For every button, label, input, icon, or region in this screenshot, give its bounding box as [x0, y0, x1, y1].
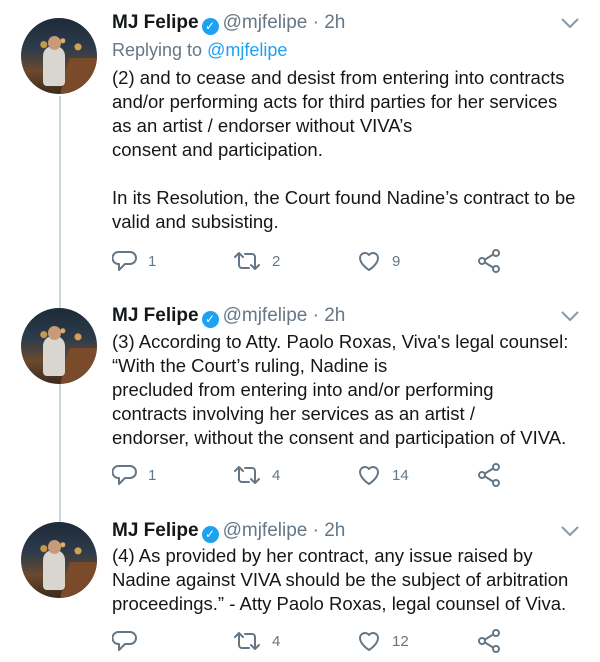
author-handle[interactable]: @mjfelipe	[223, 12, 308, 33]
retweet-icon	[234, 466, 260, 484]
mention-link[interactable]: @mjfelipe	[207, 40, 287, 60]
like-count: 14	[392, 466, 409, 484]
separator-dot: ·	[307, 12, 325, 33]
reply-button[interactable]	[112, 628, 148, 654]
avatar[interactable]	[21, 308, 97, 384]
tweet-line: consent and participation.	[112, 139, 323, 160]
tweet-header: MJ Felipe ✓ @mjfelipe · 2h	[112, 305, 345, 328]
tweet-text: (4) As provided by her contract, any iss…	[112, 544, 592, 616]
like-button[interactable]: 12	[356, 628, 409, 654]
reply-button[interactable]: 1	[112, 462, 156, 488]
replying-to-label: Replying to	[112, 40, 203, 60]
tweet-line: valid and subsisting.	[112, 211, 279, 232]
reply-icon	[112, 465, 137, 485]
retweet-count: 4	[272, 632, 281, 650]
share-icon	[478, 463, 500, 487]
reply-button[interactable]: 1	[112, 248, 156, 274]
tweet-line: Nadine against VIVA should be the subjec…	[112, 569, 569, 590]
retweet-count: 4	[272, 466, 281, 484]
chevron-down-icon[interactable]	[560, 16, 580, 30]
tweet-header: MJ Felipe ✓ @mjfelipe · 2h	[112, 520, 345, 543]
retweet-count: 2	[272, 252, 281, 270]
tweet-line: precluded from entering into and/or perf…	[112, 379, 494, 400]
share-button[interactable]	[476, 462, 502, 488]
author-handle[interactable]: @mjfelipe	[223, 520, 308, 541]
heart-icon	[359, 632, 379, 651]
verified-badge-icon: ✓	[201, 18, 219, 35]
tweet-time[interactable]: 2h	[324, 305, 345, 326]
retweet-icon	[234, 252, 260, 270]
author-name[interactable]: MJ Felipe	[112, 305, 199, 326]
tweet-actions: 1 2 9	[112, 248, 512, 274]
reply-count: 1	[148, 466, 157, 484]
tweet-line: contracts involving her services as an a…	[112, 403, 475, 424]
tweet-line: endorser, without the consent and partic…	[112, 427, 567, 448]
retweet-icon	[234, 632, 260, 650]
share-icon	[478, 629, 500, 653]
tweet-line: and/or performing acts for third parties…	[112, 91, 558, 112]
tweet-text: (2) and to cease and desist from enterin…	[112, 66, 592, 234]
separator-dot: ·	[307, 305, 325, 326]
verified-badge-icon: ✓	[201, 311, 219, 328]
share-button[interactable]	[476, 248, 502, 274]
reply-icon	[112, 631, 137, 651]
retweet-button[interactable]: 2	[232, 248, 280, 274]
replying-to: Replying to @mjfelipe	[112, 40, 287, 61]
verified-badge-icon: ✓	[201, 526, 219, 543]
retweet-button[interactable]: 4	[232, 462, 280, 488]
paragraph-break	[112, 162, 592, 186]
reply-icon	[112, 251, 137, 271]
tweet-line: as an artist / endorser without VIVA’s	[112, 115, 413, 136]
tweet-line: “With the Court’s ruling, Nadine is	[112, 355, 388, 376]
tweet-text: (3) According to Atty. Paolo Roxas, Viva…	[112, 330, 592, 450]
share-icon	[478, 249, 500, 273]
tweet-line: proceedings.” - Atty Paolo Roxas, legal …	[112, 593, 567, 614]
retweet-button[interactable]: 4	[232, 628, 280, 654]
author-name[interactable]: MJ Felipe	[112, 12, 199, 33]
like-count: 9	[392, 252, 401, 270]
tweet-actions: 1 4 14	[112, 462, 512, 488]
tweet-actions: 4 12	[112, 628, 512, 654]
separator-dot: ·	[307, 520, 325, 541]
chevron-down-icon[interactable]	[560, 524, 580, 538]
tweet-line: (3) According to Atty. Paolo Roxas, Viva…	[112, 331, 569, 352]
reply-count: 1	[148, 252, 157, 270]
chevron-down-icon[interactable]	[560, 309, 580, 323]
author-name[interactable]: MJ Felipe	[112, 520, 199, 541]
tweet-line: (4) As provided by her contract, any iss…	[112, 545, 533, 566]
tweet-time[interactable]: 2h	[324, 520, 345, 541]
heart-icon	[359, 252, 379, 271]
tweet-line: In its Resolution, the Court found Nadin…	[112, 187, 576, 208]
tweet-line: (2) and to cease and desist from enterin…	[112, 67, 565, 88]
tweet-time[interactable]: 2h	[324, 12, 345, 33]
avatar[interactable]	[21, 18, 97, 94]
like-button[interactable]: 9	[356, 248, 400, 274]
like-button[interactable]: 14	[356, 462, 409, 488]
like-count: 12	[392, 632, 409, 650]
author-handle[interactable]: @mjfelipe	[223, 305, 308, 326]
share-button[interactable]	[476, 628, 502, 654]
tweet-header: MJ Felipe ✓ @mjfelipe · 2h	[112, 12, 345, 35]
heart-icon	[359, 466, 379, 485]
avatar[interactable]	[21, 522, 97, 598]
